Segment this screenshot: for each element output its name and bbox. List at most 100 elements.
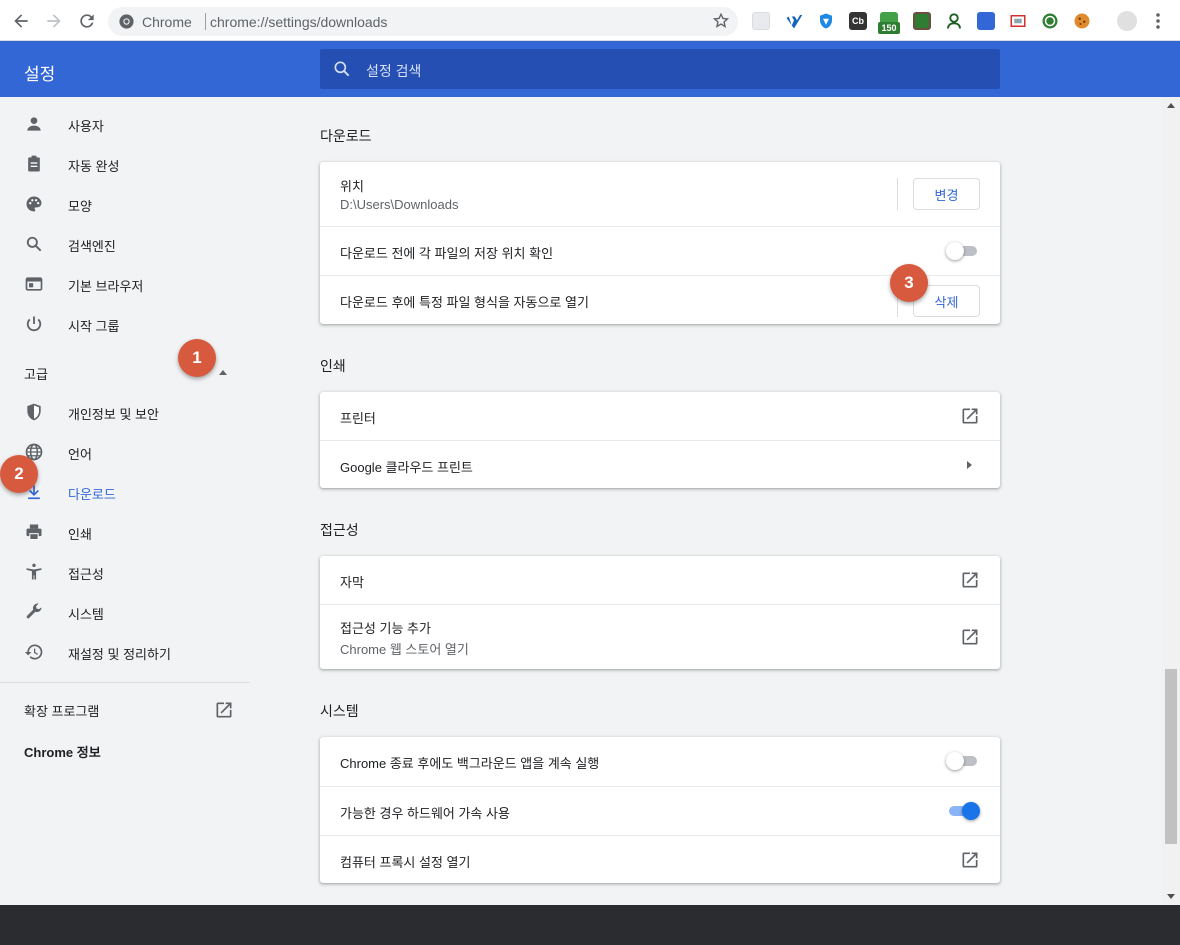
add-accessibility-label: 접근성 기능 추가 [340,621,431,636]
open-in-new-icon[interactable] [960,570,980,590]
sidebar-item-about[interactable]: Chrome 정보 [24,742,101,761]
sidebar-item-label: 인쇄 [68,527,92,542]
add-accessibility-row[interactable]: 접근성 기능 추가 Chrome 웹 스토어 열기 [320,604,1000,669]
printers-label: 프린터 [340,411,376,426]
open-in-new-icon[interactable] [214,700,234,720]
step-marker-1: 1 [178,339,216,377]
sidebar-item-label: 사용자 [68,119,104,134]
vimeo-icon[interactable] [785,12,803,30]
scroll-down-arrow-icon[interactable] [1167,894,1175,899]
sidebar-item-system[interactable]: 시스템 [0,592,250,632]
cb-icon[interactable]: Cb [849,12,867,30]
section-title-accessibility: 접근성 [320,522,359,538]
proxy-settings-label: 컴퓨터 프록시 설정 열기 [340,855,471,870]
sidebar-item-label: 모양 [68,199,92,214]
sidebar-item-autofill[interactable]: 자동 완성 [0,144,250,184]
extension-icon[interactable] [752,12,770,30]
menu-kebab-icon[interactable] [1151,12,1165,30]
browser-window-icon [25,277,43,291]
toggle-knob [962,802,980,820]
chrome-logo-icon [119,14,134,29]
add-accessibility-sub: Chrome 웹 스토어 열기 [340,642,469,657]
sidebar-item-on-startup[interactable]: 시작 그룹 [0,304,250,344]
open-in-new-icon[interactable] [960,406,980,426]
sidebar-item-extensions[interactable]: 확장 프로그램 [24,701,99,720]
sidebar-item-label: 언어 [68,447,92,462]
shield-icon [27,403,41,421]
captions-label: 자막 [340,575,364,590]
cookie-icon[interactable] [1073,12,1091,30]
picture-icon[interactable] [913,12,931,30]
extension-badge: 150 [878,22,900,34]
arrow-right-icon [47,14,61,28]
proxy-settings-row[interactable]: 컴퓨터 프록시 설정 열기 [320,835,1000,883]
sidebar-item-accessibility[interactable]: 접근성 [0,552,250,592]
toggle-knob [946,752,964,770]
search-placeholder: 설정 검색 [366,63,422,79]
page-scrollbar[interactable] [1162,97,1180,905]
ask-location-toggle[interactable] [946,241,980,261]
ask-location-label: 다운로드 전에 각 파일의 저장 위치 확인 [340,246,554,261]
cast-icon[interactable] [1009,12,1027,30]
collapse-caret-icon[interactable] [219,370,227,375]
cloud-print-row[interactable]: Google 클라우드 프린트 [320,440,1000,488]
section-title-downloads: 다운로드 [320,128,372,144]
bookmark-star-icon[interactable] [712,12,730,30]
sidebar: 사용자 자동 완성 모양 검색엔진 기본 브라우저 시작 그룹 고급 개인정보 … [0,97,250,905]
accessibility-icon [26,563,42,580]
printer-icon [26,524,42,540]
shield-icon[interactable] [817,12,835,30]
sidebar-item-reset[interactable]: 재설정 및 정리하기 [0,632,250,672]
background-apps-row[interactable]: Chrome 종료 후에도 백그라운드 앱을 계속 실행 [320,737,1000,786]
back-button[interactable] [10,10,32,32]
sidebar-item-default-browser[interactable]: 기본 브라우저 [0,264,250,304]
scroll-up-arrow-icon[interactable] [1167,103,1175,108]
sidebar-item-search-engine[interactable]: 검색엔진 [0,224,250,264]
sidebar-item-label: 기본 브라우저 [68,279,144,294]
window-icon[interactable] [977,12,995,30]
open-in-new-icon[interactable] [960,850,980,870]
background-apps-toggle[interactable] [946,751,980,771]
sidebar-advanced-label[interactable]: 고급 [24,364,48,383]
sidebar-divider [0,682,250,683]
sidebar-item-appearance[interactable]: 모양 [0,184,250,224]
printers-row[interactable]: 프린터 [320,392,1000,440]
captions-row[interactable]: 자막 [320,556,1000,604]
scrollbar-thumb[interactable] [1165,669,1177,844]
power-icon [26,316,42,332]
site-label: Chrome [142,14,192,30]
step-marker-3: 3 [890,264,928,302]
reload-button[interactable] [76,10,98,32]
url-text[interactable]: chrome://settings/downloads [210,14,387,30]
row-separator [897,178,898,210]
sidebar-item-languages[interactable]: 언어 [0,432,250,472]
hardware-accel-row[interactable]: 가능한 경우 하드웨어 가속 사용 [320,786,1000,835]
profile-icon[interactable] [1117,11,1137,31]
history-icon [24,644,43,660]
person-badge-icon[interactable] [945,12,963,30]
address-bar[interactable]: Chrome chrome://settings/downloads [108,7,738,36]
sidebar-item-printing[interactable]: 인쇄 [0,512,250,552]
settings-search-input[interactable]: 설정 검색 [320,49,1000,89]
omnibox-separator [205,13,206,30]
sidebar-item-privacy[interactable]: 개인정보 및 보안 [0,392,250,432]
forward-button[interactable] [43,10,65,32]
reload-icon [80,14,94,28]
change-location-button[interactable]: 변경 [913,178,980,210]
sidebar-item-label: 재설정 및 정리하기 [68,647,171,662]
page-title: 설정 [24,65,56,84]
person-icon [27,117,41,131]
chevron-right-icon[interactable] [967,461,972,469]
sidebar-item-label: 검색엔진 [68,239,116,254]
sidebar-item-people[interactable]: 사용자 [0,104,250,144]
sidebar-item-label: 접근성 [68,567,104,582]
hardware-accel-toggle[interactable] [946,801,980,821]
open-in-new-icon[interactable] [960,627,980,647]
sidebar-item-label: 자동 완성 [68,159,120,174]
settings-main: 다운로드 위치 D:\Users\Downloads 변경 다운로드 전에 각 … [250,97,1162,905]
palette-icon [26,196,42,212]
arrow-left-icon [14,14,28,28]
hardware-accel-label: 가능한 경우 하드웨어 가속 사용 [340,806,510,821]
whatsapp-icon[interactable] [1041,12,1059,30]
location-value: D:\Users\Downloads [340,197,459,212]
